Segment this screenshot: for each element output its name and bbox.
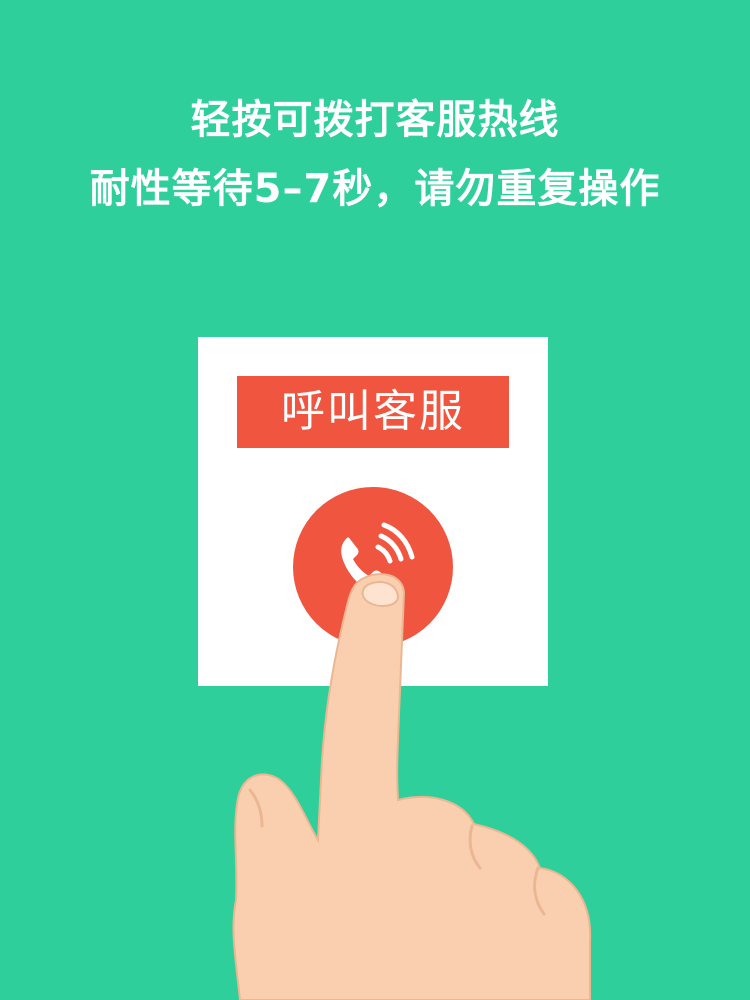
call-card: 呼叫客服 xyxy=(198,337,548,686)
phone-icon xyxy=(341,522,415,594)
call-service-label: 呼叫客服 xyxy=(237,376,509,448)
instruction-line-1: 轻按可拨打客服热线 xyxy=(190,97,560,143)
call-button[interactable] xyxy=(293,487,453,647)
call-service-screen: 轻按可拨打客服热线 耐性等待5–7秒，请勿重复操作 呼叫客服 xyxy=(0,0,750,1000)
instruction-line-2: 耐性等待5–7秒，请勿重复操作 xyxy=(89,166,661,212)
